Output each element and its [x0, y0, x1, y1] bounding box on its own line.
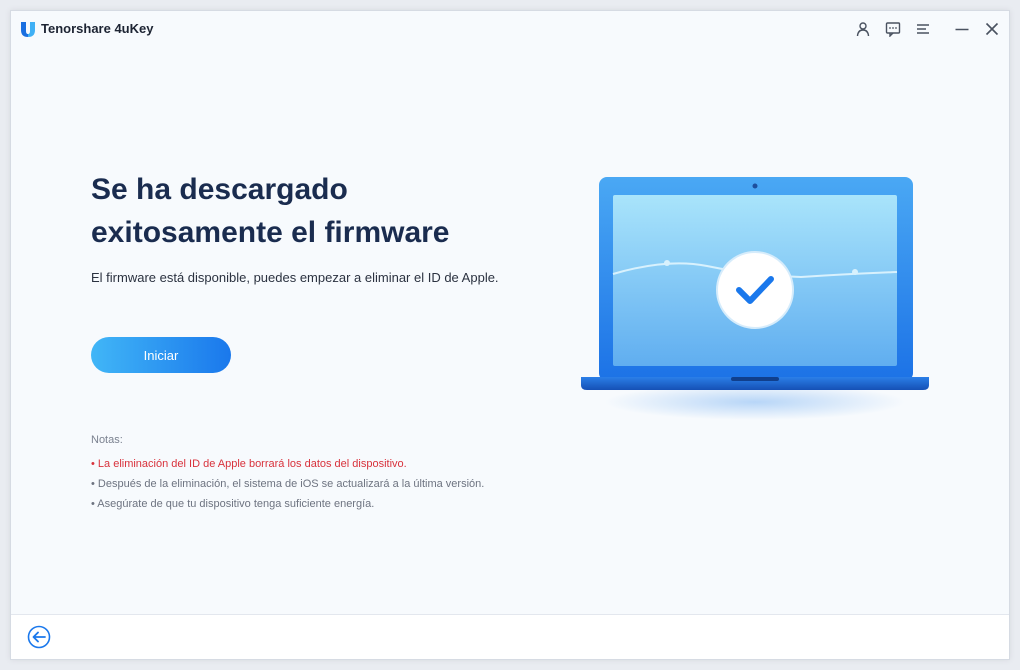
page-title-line-2: exitosamente el firmware	[91, 216, 450, 249]
note-warning: • La eliminación del ID de Apple borrará…	[91, 458, 407, 470]
page-title-line-1: Se ha descargado	[91, 173, 348, 206]
laptop-check-icon	[581, 177, 929, 420]
note-item: • Después de la eliminación, el sistema …	[91, 478, 485, 490]
menu-icon[interactable]	[913, 19, 933, 39]
page-subtitle: El firmware está disponible, puedes empe…	[91, 270, 499, 285]
start-button[interactable]: Iniciar	[91, 337, 231, 373]
notes-title: Notas:	[91, 434, 123, 446]
page-title: Se ha descargado exitosamente el firmwar…	[91, 168, 551, 254]
close-icon[interactable]	[982, 19, 1002, 39]
feedback-icon[interactable]	[883, 19, 903, 39]
account-icon[interactable]	[853, 19, 873, 39]
app-window: Tenorshare 4uKey Se ha descargado exitos…	[10, 10, 1010, 660]
title-bar: Tenorshare 4uKey	[11, 11, 1009, 47]
app-title: Tenorshare 4uKey	[41, 21, 154, 36]
notes-section: Notas: • La eliminación del ID de Apple …	[91, 434, 551, 514]
footer-bar	[11, 614, 1009, 659]
back-arrow-icon[interactable]	[26, 624, 52, 650]
minimize-icon[interactable]	[952, 19, 972, 39]
tenorshare-logo-icon	[21, 22, 35, 37]
note-item: • Asegúrate de que tu dispositivo tenga …	[91, 498, 375, 510]
